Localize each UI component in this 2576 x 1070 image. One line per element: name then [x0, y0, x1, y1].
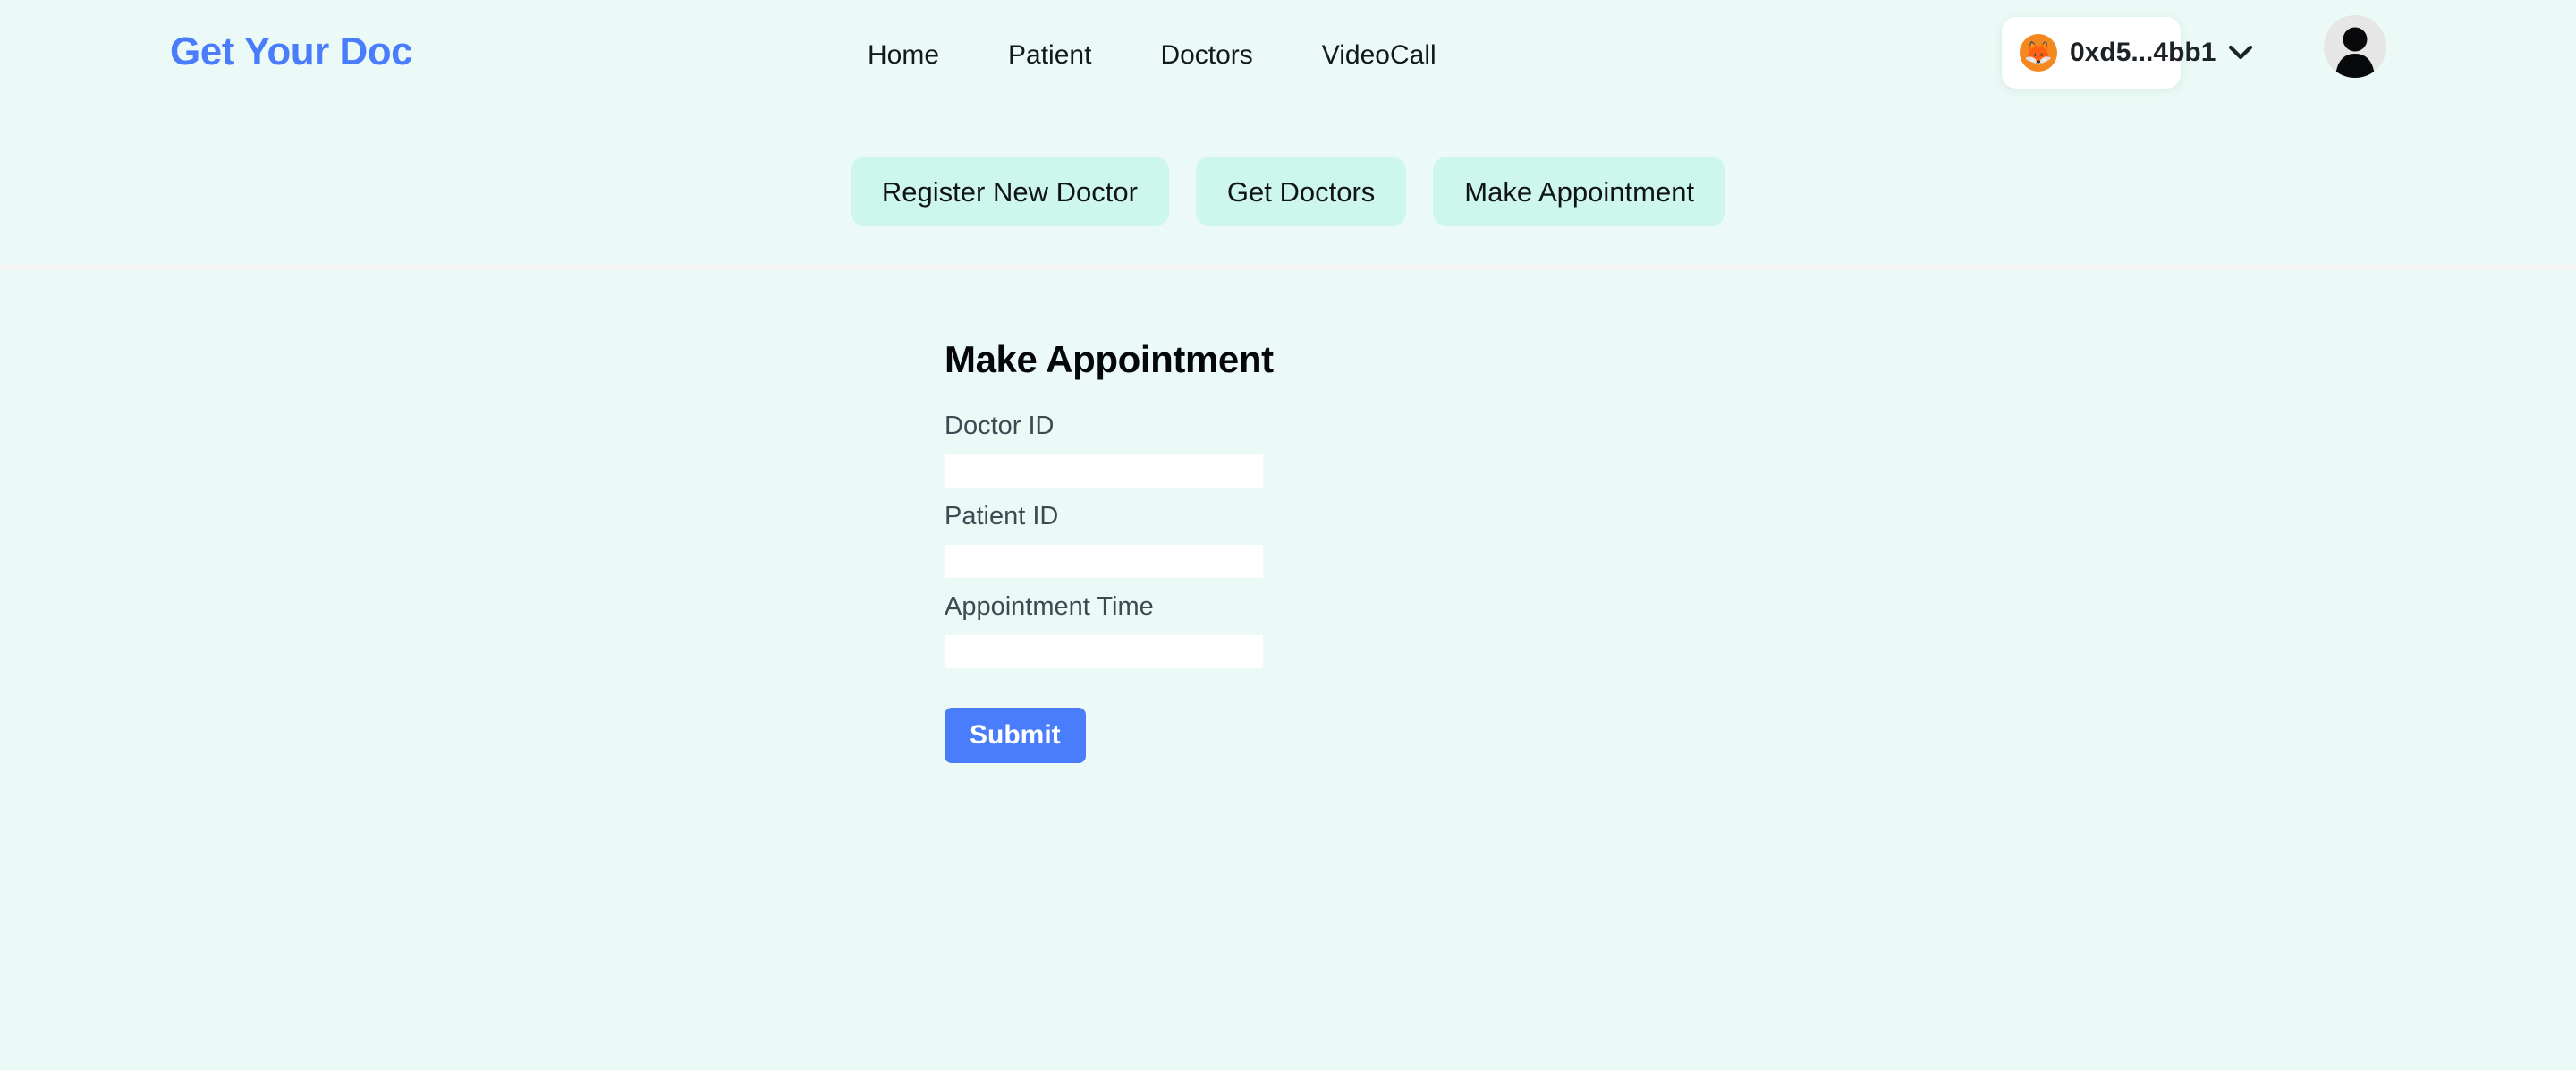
- patient-id-label: Patient ID: [945, 502, 1059, 531]
- submit-button[interactable]: Submit: [945, 708, 1086, 764]
- nav-link-doctors[interactable]: Doctors: [1160, 42, 1252, 69]
- nav-link-patient[interactable]: Patient: [1008, 42, 1091, 69]
- site-header: Get Your Doc Home Patient Doctors VideoC…: [0, 0, 2576, 116]
- patient-id-input[interactable]: [945, 545, 1263, 579]
- metamask-fox-icon: 🦊: [2020, 34, 2057, 72]
- user-avatar[interactable]: [2324, 15, 2386, 78]
- chevron-down-icon: [2228, 45, 2253, 61]
- brand-logo[interactable]: Get Your Doc: [170, 32, 413, 72]
- tab-register-new-doctor[interactable]: Register New Doctor: [850, 157, 1169, 226]
- header-divider: [0, 264, 2576, 270]
- appointment-time-label: Appointment Time: [945, 592, 1154, 622]
- tab-make-appointment[interactable]: Make Appointment: [1433, 157, 1726, 226]
- appointment-time-input[interactable]: [945, 635, 1263, 669]
- nav-link-home[interactable]: Home: [868, 42, 939, 69]
- doctor-id-input[interactable]: [945, 454, 1263, 488]
- field-patient-id: Patient ID: [945, 502, 1750, 579]
- doctor-id-label: Doctor ID: [945, 412, 1055, 441]
- nav-link-videocall[interactable]: VideoCall: [1322, 42, 1436, 69]
- make-appointment-form: Make Appointment Doctor ID Patient ID Ap…: [945, 338, 1750, 764]
- wallet-address-label: 0xd5...4bb1: [2070, 38, 2216, 67]
- field-doctor-id: Doctor ID: [945, 413, 1750, 488]
- section-tabs: Register New Doctor Get Doctors Make App…: [0, 157, 2576, 235]
- page-title: Make Appointment: [945, 338, 1274, 380]
- main-navigation: Home Patient Doctors VideoCall: [868, 42, 1436, 69]
- tab-get-doctors[interactable]: Get Doctors: [1195, 157, 1407, 226]
- wallet-connect-button[interactable]: 🦊 0xd5...4bb1: [2002, 17, 2253, 89]
- user-avatar-icon: [2335, 27, 2375, 78]
- field-appointment-time: Appointment Time: [945, 592, 1750, 669]
